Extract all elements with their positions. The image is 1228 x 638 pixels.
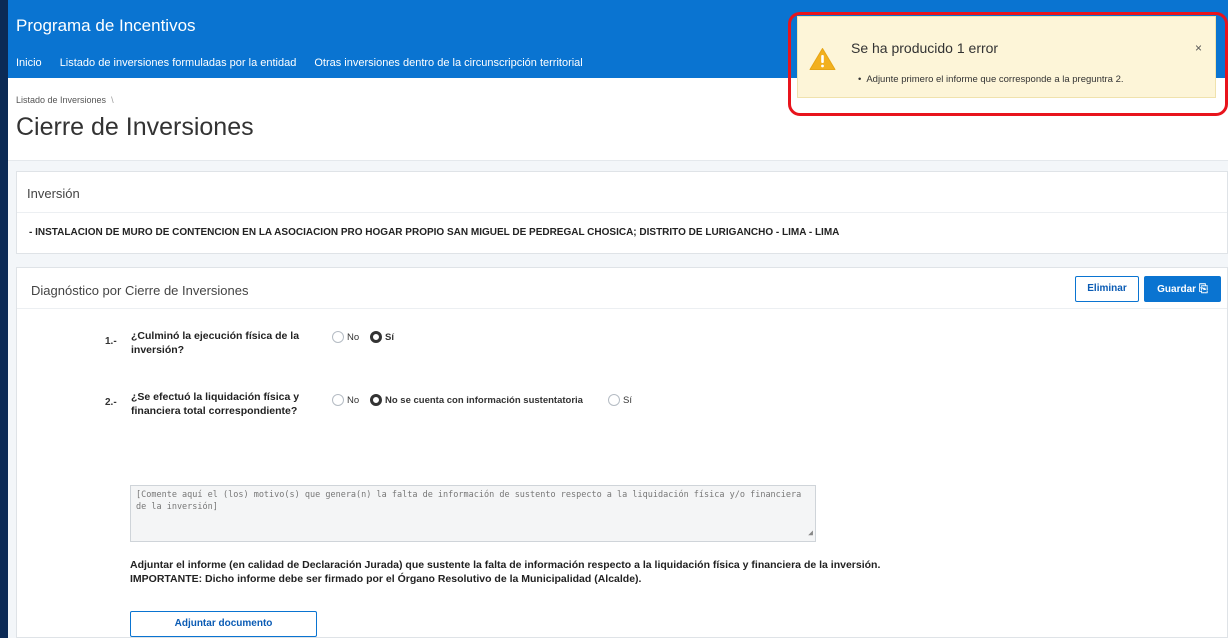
resize-grip-icon[interactable]: ◢ <box>808 527 813 539</box>
diagnostic-heading: Diagnóstico por Cierre de Inversiones <box>31 283 249 298</box>
option-label: No <box>347 394 360 406</box>
radio-selected[interactable] <box>370 331 382 343</box>
page-title: Cierre de Inversiones <box>16 113 254 141</box>
attach-text: Adjuntar el informe (en calidad de Decla… <box>130 559 881 571</box>
diagnostic-card: Diagnóstico por Cierre de Inversiones El… <box>16 267 1228 638</box>
divider <box>17 212 1227 213</box>
radio-unselected[interactable] <box>332 331 344 343</box>
question-2-text: ¿Se efectuó la liquidación física y fina… <box>131 391 300 417</box>
app-title: Programa de Incentivos <box>16 16 196 35</box>
option-label: Sí <box>385 331 394 343</box>
radio-selected[interactable] <box>370 394 382 406</box>
question-1-option-si[interactable]: Sí <box>370 331 394 343</box>
nav-item-inicio[interactable]: Inicio <box>16 57 42 69</box>
investment-card: Inversión - INSTALACION DE MURO DE CONTE… <box>16 171 1228 254</box>
question-2-option-no-info[interactable]: No se cuenta con información sustentator… <box>370 394 583 406</box>
attach-instructions: Adjuntar el informe (en calidad de Decla… <box>130 558 930 586</box>
breadcrumb-separator: \ <box>111 95 114 105</box>
breadcrumb-item-listado[interactable]: Listado de Inversiones <box>16 95 106 105</box>
comment-placeholder: [Comente aquí el (los) motivo(s) que gen… <box>136 490 802 512</box>
radio-unselected[interactable] <box>608 394 620 406</box>
investment-name: - INSTALACION DE MURO DE CONTENCION EN L… <box>29 227 840 238</box>
radio-unselected[interactable] <box>332 394 344 406</box>
question-1-text: ¿Culminó la ejecución física de la inver… <box>131 330 300 356</box>
comment-textarea[interactable]: [Comente aquí el (los) motivo(s) que gen… <box>130 485 816 542</box>
save-button[interactable]: Guardar ⎘ <box>1144 276 1221 302</box>
option-label: No <box>347 331 360 343</box>
nav-item-listado-inversiones[interactable]: Listado de inversiones formuladas por la… <box>60 57 297 69</box>
question-1-option-no[interactable]: No <box>332 331 359 343</box>
save-button-label: Guardar <box>1157 284 1197 295</box>
attach-document-button[interactable]: Adjuntar documento <box>130 611 317 637</box>
question-2-option-si[interactable]: Sí <box>608 394 632 406</box>
question-2-number: 2.- <box>105 397 117 408</box>
question-2-option-no[interactable]: No <box>332 394 359 406</box>
breadcrumb: Listado de Inversiones \ <box>16 95 114 105</box>
main-nav: Inicio Listado de inversiones formuladas … <box>8 57 593 69</box>
error-highlight-outline <box>788 12 1228 116</box>
option-label: Sí <box>623 394 632 406</box>
nav-item-otras-inversiones[interactable]: Otras inversiones dentro de la circunscr… <box>314 57 582 69</box>
important-note: IMPORTANTE: Dicho informe debe ser firma… <box>130 573 642 585</box>
delete-button[interactable]: Eliminar <box>1075 276 1139 302</box>
investment-heading: Inversión <box>27 186 80 201</box>
save-icon: ⎘ <box>1199 283 1208 295</box>
option-label: No se cuenta con información sustentator… <box>385 394 583 406</box>
divider <box>17 308 1227 309</box>
question-1-number: 1.- <box>105 336 117 347</box>
